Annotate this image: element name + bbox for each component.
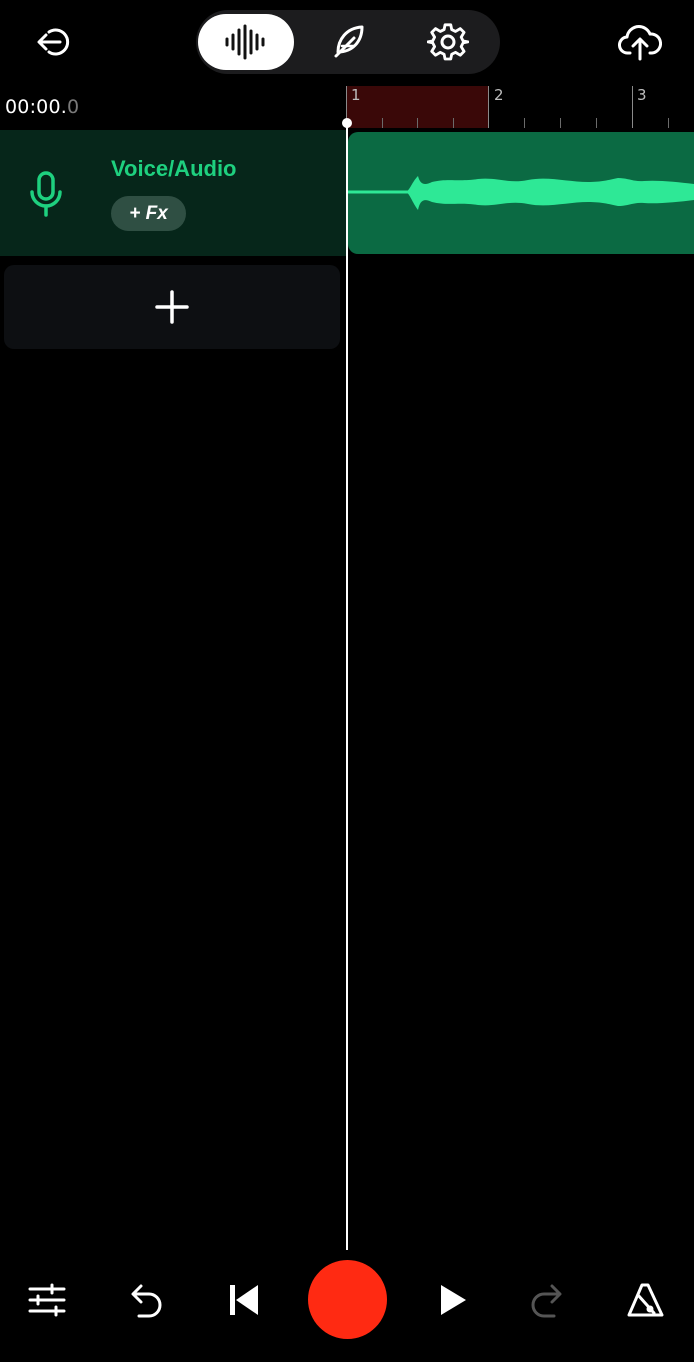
ruler-tick xyxy=(417,118,418,128)
time-readout: 00:00.0 xyxy=(5,96,79,118)
ruler-tick xyxy=(382,118,383,128)
redo-icon xyxy=(531,1284,562,1318)
ruler-label-1: 1 xyxy=(351,86,361,104)
ruler-tick xyxy=(596,118,597,128)
plus-icon xyxy=(155,290,189,324)
timeline-ruler[interactable]: 1 2 3 xyxy=(346,86,694,130)
ruler-tick xyxy=(524,118,525,128)
add-fx-button[interactable]: + Fx xyxy=(111,196,186,231)
metronome-icon xyxy=(627,1283,664,1317)
time-fraction: 0 xyxy=(67,96,80,118)
feather-icon xyxy=(334,25,364,58)
ruler-tick xyxy=(668,118,669,128)
ruler-tick xyxy=(632,86,633,128)
playhead-handle[interactable] xyxy=(342,118,352,128)
track-header[interactable] xyxy=(0,130,346,256)
play-icon xyxy=(441,1285,466,1315)
add-track-button[interactable] xyxy=(4,265,340,349)
upload-button[interactable] xyxy=(612,18,668,66)
audio-clip[interactable] xyxy=(348,132,694,254)
exit-arrow-icon xyxy=(37,28,70,56)
mixer-button[interactable] xyxy=(21,1276,73,1324)
ruler-tick xyxy=(453,118,454,128)
record-button[interactable] xyxy=(308,1260,387,1339)
metronome-button[interactable] xyxy=(620,1276,672,1324)
rewind-button[interactable] xyxy=(218,1276,270,1324)
redo-button[interactable] xyxy=(522,1276,574,1324)
play-button[interactable] xyxy=(426,1276,478,1324)
mode-switch xyxy=(196,10,500,74)
tab-lyrics[interactable] xyxy=(300,14,396,70)
exit-button[interactable] xyxy=(28,18,80,66)
gear-icon xyxy=(427,23,469,61)
clip-waveform xyxy=(348,176,694,210)
app-root: 00:00.0 1 2 3 Voice/Audio + Fx xyxy=(0,0,694,1362)
tab-waveform[interactable] xyxy=(198,14,294,70)
microphone-icon[interactable] xyxy=(26,170,66,218)
sliders-icon xyxy=(28,1283,66,1317)
track-name[interactable]: Voice/Audio xyxy=(111,156,237,182)
cloud-upload-icon xyxy=(618,25,662,61)
ruler-tick xyxy=(488,86,489,128)
ruler-label-2: 2 xyxy=(494,86,504,104)
undo-icon xyxy=(131,1284,162,1318)
waveform-icon xyxy=(225,24,265,60)
undo-button[interactable] xyxy=(119,1276,171,1324)
playhead-line[interactable] xyxy=(346,123,348,1250)
tab-settings[interactable] xyxy=(400,14,496,70)
time-main: 00:00. xyxy=(5,96,67,118)
ruler-tick xyxy=(560,118,561,128)
ruler-label-3: 3 xyxy=(637,86,647,104)
skip-to-start-icon xyxy=(230,1285,258,1315)
